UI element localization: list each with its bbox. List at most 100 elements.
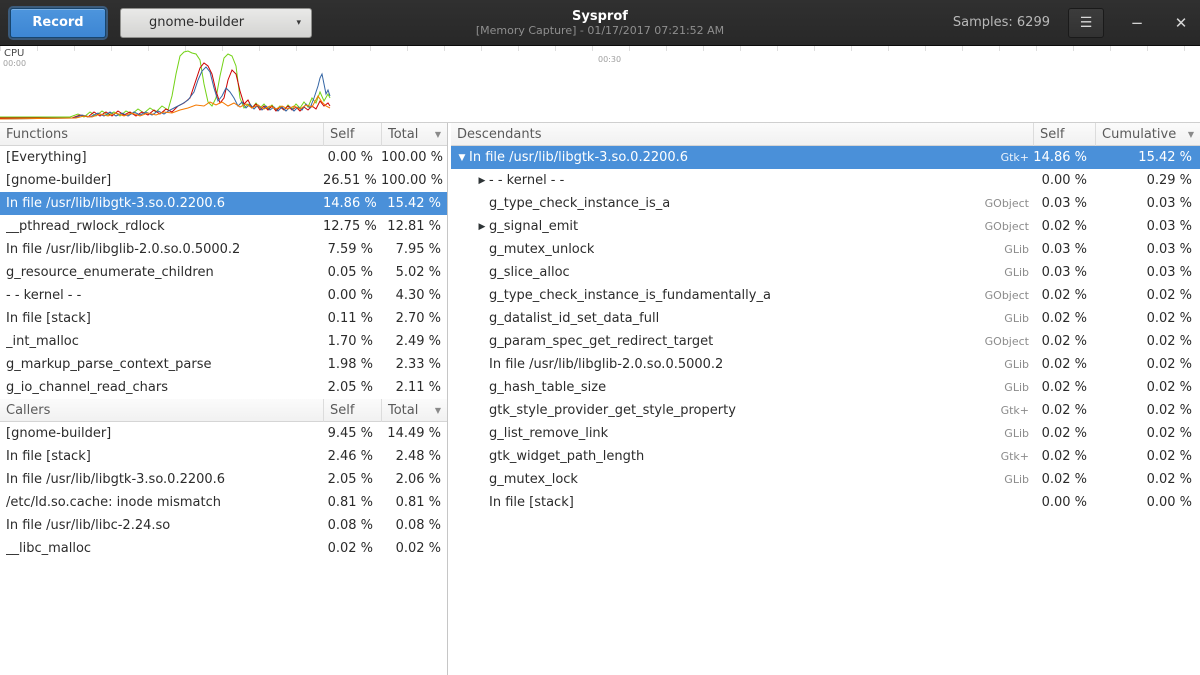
cumulative-percent: 0.02 % — [1095, 449, 1200, 464]
table-row[interactable]: g_param_spec_get_redirect_targetGObject0… — [451, 330, 1200, 353]
descendants-table-body: ▼In file /usr/lib/libgtk-3.so.0.2200.6Gt… — [451, 146, 1200, 514]
function-name-cell: __pthread_rwlock_rdlock — [0, 219, 323, 234]
table-row[interactable]: g_mutex_unlockGLib0.03 %0.03 % — [451, 238, 1200, 261]
cumulative-percent: 0.02 % — [1095, 357, 1200, 372]
table-row[interactable]: g_markup_parse_context_parse1.98 %2.33 % — [0, 353, 447, 376]
table-row[interactable]: g_type_check_instance_is_fundamentally_a… — [451, 284, 1200, 307]
descendant-name-cell: g_param_spec_get_redirect_target — [451, 334, 963, 349]
table-row[interactable]: g_list_remove_linkGLib0.02 %0.02 % — [451, 422, 1200, 445]
table-row[interactable]: In file /usr/lib/libglib-2.0.so.0.5000.2… — [0, 238, 447, 261]
target-selector-button[interactable]: gnome-builder ▾ — [120, 8, 312, 38]
header-bar: Record gnome-builder ▾ Sysprof [Memory C… — [0, 0, 1200, 46]
close-button[interactable]: ✕ — [1172, 14, 1190, 32]
column-header-total[interactable]: Total ▼ — [381, 399, 447, 422]
table-row[interactable]: __libc_malloc0.02 %0.02 % — [0, 537, 447, 560]
function-name: g_markup_parse_context_parse — [6, 357, 212, 372]
descendant-name-cell: g_mutex_unlock — [451, 242, 963, 257]
column-header-descendants[interactable]: Descendants — [451, 123, 1033, 146]
table-row[interactable]: g_resource_enumerate_children0.05 %5.02 … — [0, 261, 447, 284]
self-percent: 2.05 % — [323, 472, 381, 487]
table-row[interactable]: In file [stack]0.00 %0.00 % — [451, 491, 1200, 514]
table-row[interactable]: - - kernel - -0.00 %4.30 % — [0, 284, 447, 307]
function-name: /etc/ld.so.cache: inode mismatch — [6, 495, 221, 510]
function-name: _int_malloc — [6, 334, 79, 349]
table-row[interactable]: [gnome-builder]26.51 %100.00 % — [0, 169, 447, 192]
table-row[interactable]: In file [stack]2.46 %2.48 % — [0, 445, 447, 468]
table-row[interactable]: _int_malloc1.70 %2.49 % — [0, 330, 447, 353]
table-row[interactable]: gtk_style_provider_get_style_propertyGtk… — [451, 399, 1200, 422]
self-percent: 0.02 % — [1033, 380, 1095, 395]
table-row[interactable]: g_slice_allocGLib0.03 %0.03 % — [451, 261, 1200, 284]
table-row[interactable]: In file /usr/lib/libc-2.24.so0.08 %0.08 … — [0, 514, 447, 537]
total-percent: 0.02 % — [381, 541, 447, 556]
table-row[interactable]: gtk_widget_path_lengthGtk+0.02 %0.02 % — [451, 445, 1200, 468]
self-percent: 1.70 % — [323, 334, 381, 349]
table-row[interactable]: g_io_channel_read_chars2.05 %2.11 % — [0, 376, 447, 399]
table-row[interactable]: g_mutex_lockGLib0.02 %0.02 % — [451, 468, 1200, 491]
table-row[interactable]: g_hash_table_sizeGLib0.02 %0.02 % — [451, 376, 1200, 399]
expander-icon[interactable]: ▼ — [455, 153, 469, 163]
expander-icon[interactable]: ▶ — [475, 222, 489, 232]
table-row[interactable]: In file /usr/lib/libglib-2.0.so.0.5000.2… — [451, 353, 1200, 376]
column-header-self[interactable]: Self — [1033, 123, 1095, 146]
function-name-cell: In file /usr/lib/libc-2.24.so — [0, 518, 323, 533]
self-percent: 0.02 % — [1033, 334, 1095, 349]
expander-icon[interactable]: ▶ — [475, 176, 489, 186]
table-row[interactable]: __pthread_rwlock_rdlock12.75 %12.81 % — [0, 215, 447, 238]
self-percent: 0.05 % — [323, 265, 381, 280]
self-percent: 0.02 % — [323, 541, 381, 556]
table-row[interactable]: In file /usr/lib/libgtk-3.so.0.2200.614.… — [0, 192, 447, 215]
function-name: gtk_style_provider_get_style_property — [489, 403, 736, 418]
function-name: g_mutex_lock — [489, 472, 578, 487]
menu-button[interactable]: ☰ — [1068, 8, 1104, 38]
function-name: In file /usr/lib/libglib-2.0.so.0.5000.2 — [489, 357, 723, 372]
total-percent: 15.42 % — [381, 196, 447, 211]
cumulative-percent: 0.02 % — [1095, 403, 1200, 418]
self-percent: 0.02 % — [1033, 403, 1095, 418]
column-header-self[interactable]: Self — [323, 123, 381, 146]
samples-count: Samples: 6299 — [953, 15, 1050, 30]
descendants-table-header: Descendants Self Cumulative ▼ — [451, 123, 1200, 146]
function-name: g_list_remove_link — [489, 426, 608, 441]
cumulative-percent: 0.03 % — [1095, 265, 1200, 280]
descendant-name-cell: g_datalist_id_set_data_full — [451, 311, 963, 326]
library-tag: GLib — [963, 358, 1033, 371]
table-row[interactable]: In file [stack]0.11 %2.70 % — [0, 307, 447, 330]
functions-table-body: [Everything]0.00 %100.00 %[gnome-builder… — [0, 146, 447, 399]
table-row[interactable]: ▶- - kernel - -0.00 %0.29 % — [451, 169, 1200, 192]
target-selector-label: gnome-builder — [149, 15, 244, 30]
sort-indicator-icon: ▼ — [435, 130, 441, 139]
column-header-cumulative[interactable]: Cumulative ▼ — [1095, 123, 1200, 146]
table-row[interactable]: [Everything]0.00 %100.00 % — [0, 146, 447, 169]
library-tag: GObject — [963, 220, 1033, 233]
callers-table-header: Callers Self Total ▼ — [0, 399, 447, 422]
library-tag: GObject — [963, 197, 1033, 210]
table-row[interactable]: g_type_check_instance_is_aGObject0.03 %0… — [451, 192, 1200, 215]
column-header-functions[interactable]: Functions — [0, 123, 323, 146]
function-name-cell: In file [stack] — [0, 449, 323, 464]
table-row[interactable]: ▶g_signal_emitGObject0.02 %0.03 % — [451, 215, 1200, 238]
self-percent: 0.03 % — [1033, 242, 1095, 257]
header-right-group: Samples: 6299 ☰ − ✕ — [953, 8, 1190, 38]
function-name-cell: In file /usr/lib/libgtk-3.so.0.2200.6 — [0, 472, 323, 487]
table-row[interactable]: In file /usr/lib/libgtk-3.so.0.2200.62.0… — [0, 468, 447, 491]
sort-indicator-icon: ▼ — [435, 406, 441, 415]
library-tag: GLib — [963, 243, 1033, 256]
column-header-self[interactable]: Self — [323, 399, 381, 422]
cpu-graph[interactable]: CPU 00:00 00:30 — [0, 46, 1200, 123]
minimize-button[interactable]: − — [1128, 14, 1146, 32]
table-row[interactable]: /etc/ld.so.cache: inode mismatch0.81 %0.… — [0, 491, 447, 514]
total-percent: 2.06 % — [381, 472, 447, 487]
table-row[interactable]: [gnome-builder]9.45 %14.49 % — [0, 422, 447, 445]
library-tag: GLib — [963, 427, 1033, 440]
table-row[interactable]: g_datalist_id_set_data_fullGLib0.02 %0.0… — [451, 307, 1200, 330]
function-name: g_hash_table_size — [489, 380, 606, 395]
column-header-total[interactable]: Total ▼ — [381, 123, 447, 146]
record-button[interactable]: Record — [10, 8, 106, 38]
cumulative-percent: 0.29 % — [1095, 173, 1200, 188]
descendant-name-cell: ▶- - kernel - - — [451, 173, 963, 188]
function-name: gtk_widget_path_length — [489, 449, 644, 464]
table-row[interactable]: ▼In file /usr/lib/libgtk-3.so.0.2200.6Gt… — [451, 146, 1200, 169]
column-header-callers[interactable]: Callers — [0, 399, 323, 422]
self-percent: 0.02 % — [1033, 311, 1095, 326]
